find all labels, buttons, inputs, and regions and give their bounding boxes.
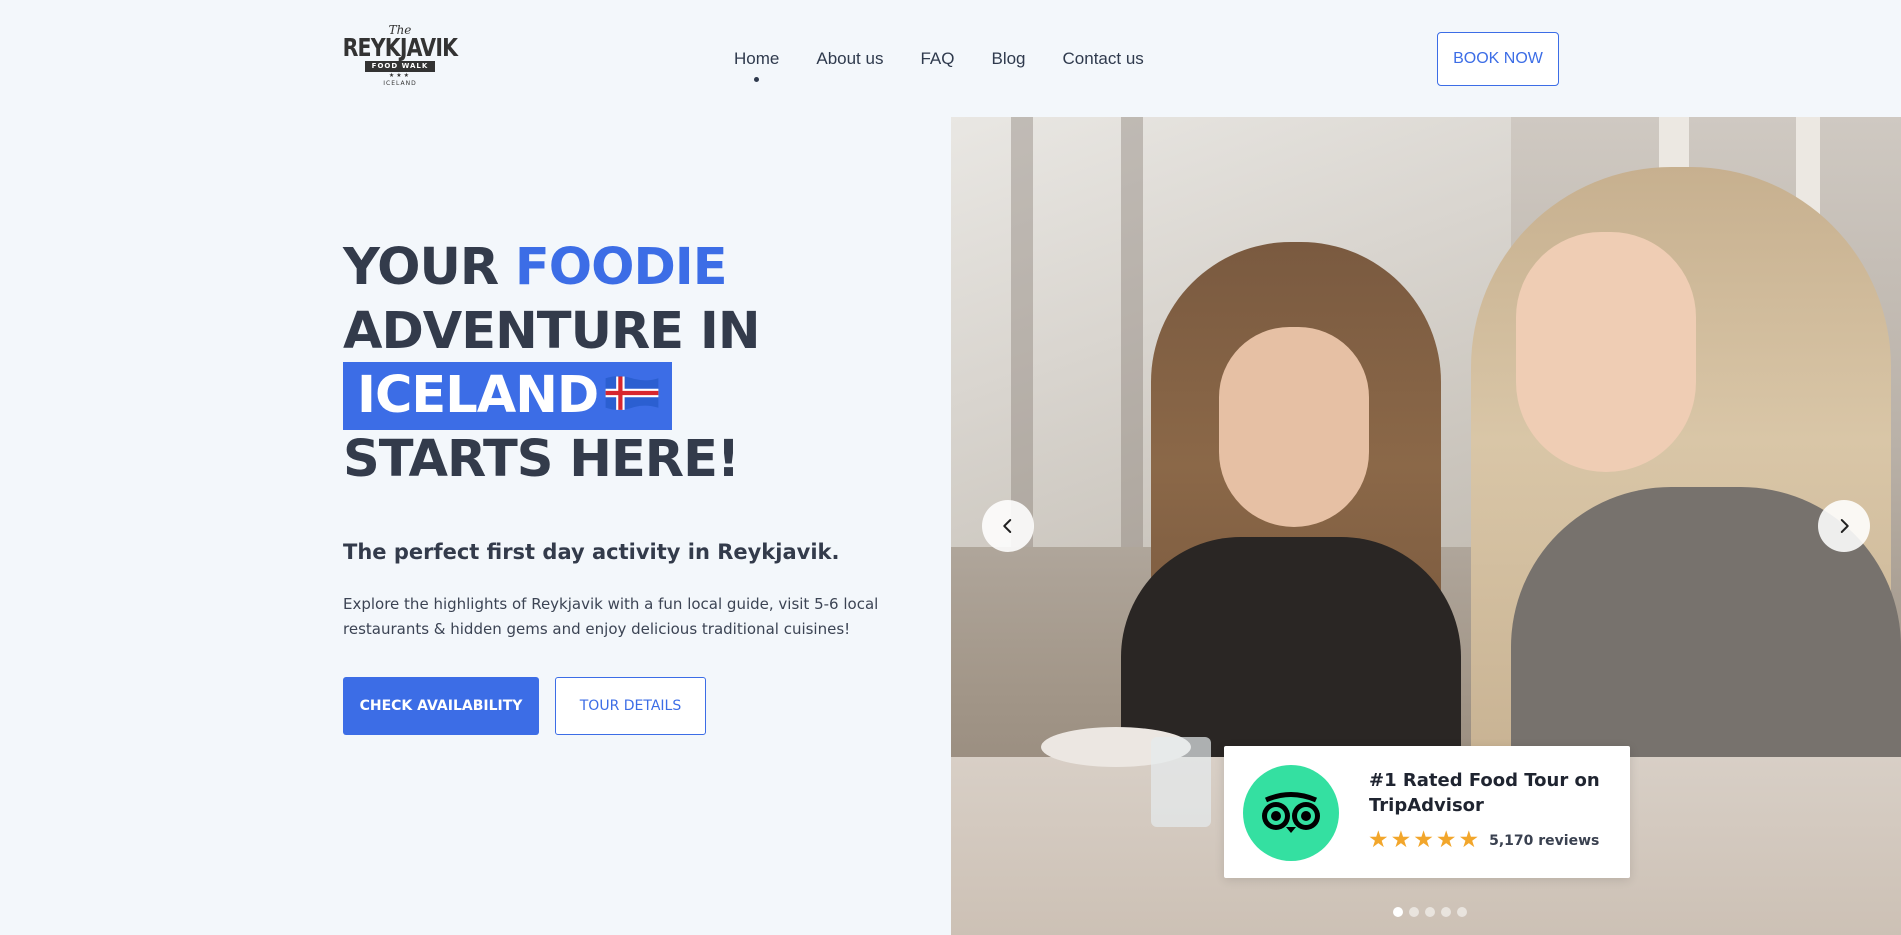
hero-description: Explore the highlights of Reykjavik with… xyxy=(343,595,879,638)
hero-title-iceland: ICELAND xyxy=(357,366,599,425)
star-icon: ★ xyxy=(1458,827,1480,853)
iceland-flag-icon xyxy=(605,376,659,410)
check-availability-button[interactable]: CHECK AVAILABILITY xyxy=(343,677,539,735)
carousel-dot-4[interactable] xyxy=(1441,907,1451,917)
tripadvisor-badge[interactable]: #1 Rated Food Tour on TripAdvisor ★ ★ ★ … xyxy=(1224,746,1630,878)
carousel-dot-2[interactable] xyxy=(1409,907,1419,917)
hero-title-line-2: ADVENTURE IN xyxy=(343,302,761,361)
carousel-dot-3[interactable] xyxy=(1425,907,1435,917)
logo-stars: ★★★ xyxy=(388,72,412,79)
photo-person-right-face xyxy=(1516,232,1696,472)
nav-item-faq[interactable]: FAQ xyxy=(920,49,954,69)
nav-item-blog[interactable]: Blog xyxy=(991,49,1025,69)
nav-item-home[interactable]: Home xyxy=(734,49,779,82)
carousel-dot-5[interactable] xyxy=(1457,907,1467,917)
logo-sub-text: ICELAND xyxy=(383,80,417,87)
review-count: 5,170 reviews xyxy=(1489,832,1600,849)
carousel-dot-1[interactable] xyxy=(1393,907,1403,917)
hero-title-foodie: FOODIE xyxy=(514,238,728,297)
badge-title: #1 Rated Food Tour on TripAdvisor xyxy=(1369,770,1600,816)
main-nav: Home About us FAQ Blog Contact us xyxy=(734,49,1181,82)
carousel-prev-button[interactable] xyxy=(982,500,1034,552)
hero-title-highlight: ICELAND xyxy=(343,362,673,430)
tripadvisor-owl-icon xyxy=(1243,765,1339,861)
star-icon: ★ xyxy=(1435,827,1457,853)
book-now-button[interactable]: BOOK NOW xyxy=(1437,32,1559,86)
hero-title-line-3: ICELAND xyxy=(343,362,760,430)
logo-main-text: REYKJAVIK xyxy=(342,33,458,62)
photo-tree-trunk xyxy=(1121,117,1143,547)
brand-logo[interactable]: The REYKJAVIK FOOD WALK ★★★ ICELAND xyxy=(342,24,458,87)
star-rating: ★ ★ ★ ★ ★ 5,170 reviews xyxy=(1368,829,1599,852)
hero-title-line-4: STARTS HERE! xyxy=(343,430,740,489)
hero-title: YOUR FOODIE ADVENTURE IN ICELAND STARTS … xyxy=(343,236,761,492)
photo-person-left-face xyxy=(1219,327,1369,527)
photo-tree-trunk xyxy=(1011,117,1033,547)
chevron-left-icon xyxy=(1003,519,1012,533)
hero-title-line-1: YOUR FOODIE xyxy=(343,236,760,300)
carousel-pagination xyxy=(1393,907,1473,917)
nav-item-about-us[interactable]: About us xyxy=(816,49,883,69)
logo-ribbon-text: FOOD WALK xyxy=(364,61,436,72)
nav-item-contact-us[interactable]: Contact us xyxy=(1063,49,1144,69)
tour-details-button[interactable]: TOUR DETAILS xyxy=(555,677,706,735)
carousel-next-button[interactable] xyxy=(1818,500,1870,552)
star-icon: ★ xyxy=(1413,827,1434,853)
photo-glass xyxy=(1151,737,1211,827)
hero-subtitle: The perfect first day activity in Reykja… xyxy=(343,540,840,564)
chevron-right-icon xyxy=(1840,519,1849,533)
star-icon: ★ xyxy=(1390,827,1412,853)
star-icon: ★ xyxy=(1368,827,1389,853)
hero-title-your: YOUR xyxy=(343,238,499,297)
